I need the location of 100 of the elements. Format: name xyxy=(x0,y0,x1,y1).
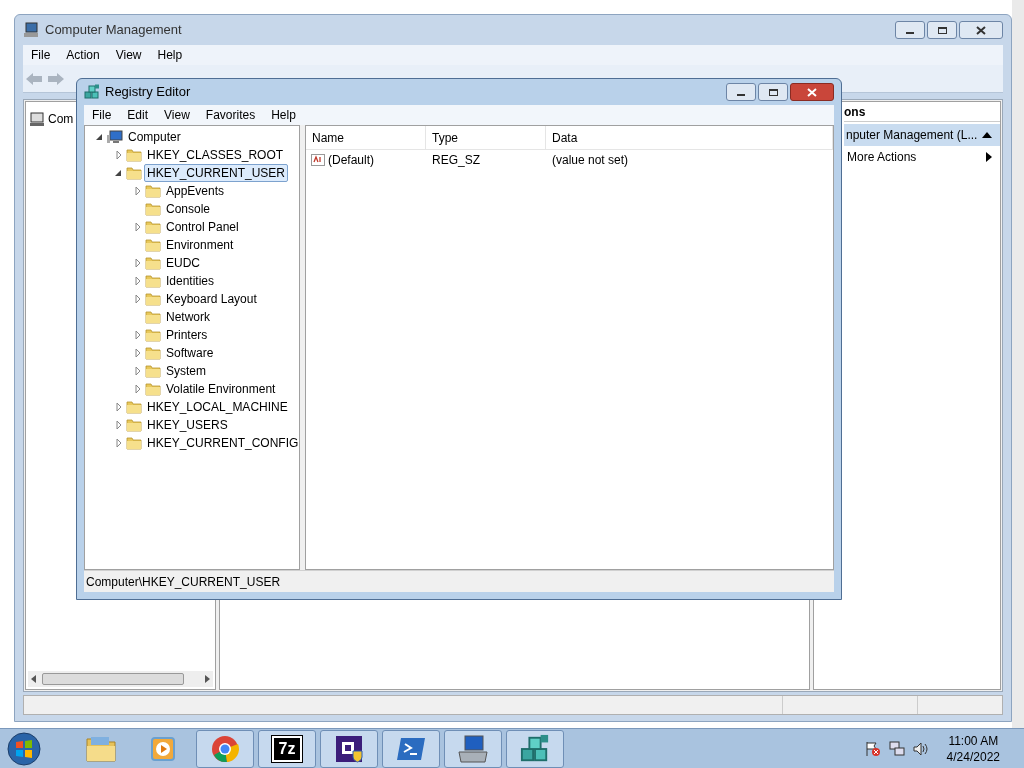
menu-item[interactable]: File xyxy=(23,46,59,64)
computer-icon xyxy=(29,112,45,126)
folder-icon xyxy=(126,148,142,162)
folder-icon xyxy=(145,364,161,378)
string-value-icon xyxy=(311,154,325,166)
tree-item[interactable]: Com xyxy=(48,110,74,128)
folder-icon xyxy=(126,400,142,414)
scroll-right-icon[interactable] xyxy=(203,675,211,683)
folder-icon xyxy=(145,256,161,270)
menu-item[interactable]: Help xyxy=(263,106,304,124)
actions-group-header[interactable]: nputer Management (L... xyxy=(844,124,1000,146)
tree-item[interactable]: AppEvents xyxy=(163,182,228,200)
scroll-thumb[interactable] xyxy=(42,673,184,685)
collapsed-arrow-icon[interactable] xyxy=(133,384,143,394)
folder-icon xyxy=(145,184,161,198)
collapsed-arrow-icon[interactable] xyxy=(114,420,124,430)
taskbar-button[interactable]: 7z xyxy=(258,729,316,768)
column-header[interactable]: Name xyxy=(306,126,426,149)
window-title: Computer Management xyxy=(45,21,182,40)
chip-shield-icon xyxy=(334,733,364,764)
folder-icon xyxy=(145,220,161,234)
tree-item[interactable]: Console xyxy=(163,200,214,218)
collapsed-arrow-icon[interactable] xyxy=(133,294,143,304)
computer-icon xyxy=(107,130,123,144)
tree-item[interactable]: Volatile Environment xyxy=(163,380,279,398)
menu-item[interactable]: Help xyxy=(149,46,191,64)
flag-error-icon[interactable] xyxy=(864,740,881,757)
status-path: Computer\HKEY_CURRENT_USER xyxy=(86,573,281,591)
close-icon xyxy=(807,87,817,97)
menu-item[interactable]: Favorites xyxy=(197,106,264,124)
tree-item[interactable]: Environment xyxy=(163,236,237,254)
submenu-arrow-icon xyxy=(986,152,992,162)
menu-item[interactable]: View xyxy=(156,106,198,124)
collapsed-arrow-icon[interactable] xyxy=(133,348,143,358)
tree-item[interactable]: HKEY_CURRENT_CONFIG xyxy=(144,434,302,452)
tree-item[interactable]: Identities xyxy=(163,272,218,290)
tree-item[interactable]: Control Panel xyxy=(163,218,242,236)
collapsed-arrow-icon[interactable] xyxy=(133,330,143,340)
maximize-button[interactable] xyxy=(758,83,788,101)
network-icon[interactable] xyxy=(888,740,905,757)
computer-icon xyxy=(457,733,489,764)
tree-item[interactable]: Printers xyxy=(163,326,211,344)
close-button[interactable] xyxy=(790,83,834,101)
menu-item[interactable]: View xyxy=(107,46,150,64)
minimize-button[interactable] xyxy=(895,21,925,39)
tree-item[interactable]: HKEY_CLASSES_ROOT xyxy=(144,146,287,164)
start-orb-icon xyxy=(7,731,41,766)
tree-item[interactable]: System xyxy=(163,362,209,380)
folder-icon xyxy=(145,292,161,306)
close-icon xyxy=(976,25,986,35)
collapsed-arrow-icon[interactable] xyxy=(133,258,143,268)
collapsed-arrow-icon[interactable] xyxy=(133,222,143,232)
tree-item[interactable]: EUDC xyxy=(163,254,203,272)
collapsed-arrow-icon[interactable] xyxy=(114,150,124,160)
column-header[interactable]: Data xyxy=(546,126,833,149)
table-cell-text: (Default) xyxy=(328,152,374,169)
collapsed-arrow-icon[interactable] xyxy=(133,366,143,376)
tree-item[interactable]: Computer xyxy=(125,128,184,146)
tree-item[interactable]: Network xyxy=(163,308,213,326)
clock-time[interactable]: 11:00 AM xyxy=(948,732,999,749)
tree-item[interactable]: HKEY_LOCAL_MACHINE xyxy=(144,398,291,416)
maximize-button[interactable] xyxy=(927,21,957,39)
menu-item[interactable]: File xyxy=(84,106,120,124)
collapse-arrow-icon[interactable] xyxy=(982,132,992,138)
clock-date[interactable]: 4/24/2022 xyxy=(946,748,1000,765)
speaker-icon[interactable] xyxy=(912,740,929,757)
tree-item[interactable]: Keyboard Layout xyxy=(163,290,260,308)
folder-icon xyxy=(145,274,161,288)
menu-item[interactable]: Edit xyxy=(119,106,157,124)
minimize-button[interactable] xyxy=(726,83,756,101)
taskbar-button[interactable] xyxy=(320,729,378,768)
play-icon xyxy=(149,734,177,763)
start-button[interactable] xyxy=(4,729,44,768)
collapsed-arrow-icon[interactable] xyxy=(133,276,143,286)
collapsed-arrow-icon[interactable] xyxy=(133,186,143,196)
computer-icon xyxy=(23,22,39,38)
collapsed-arrow-icon[interactable] xyxy=(114,438,124,448)
folder-icon xyxy=(145,310,161,324)
browser-icon xyxy=(210,733,240,764)
collapsed-arrow-icon[interactable] xyxy=(114,402,124,412)
terminal-icon xyxy=(395,735,427,762)
folder-icon xyxy=(145,346,161,360)
tree-item[interactable]: Software xyxy=(163,344,217,362)
action-item[interactable]: More Actions xyxy=(844,146,1000,168)
folder-icon xyxy=(145,238,161,252)
scroll-left-icon[interactable] xyxy=(30,675,38,683)
folder-icon xyxy=(85,734,117,763)
close-button[interactable] xyxy=(959,21,1003,39)
tree-item[interactable]: HKEY_USERS xyxy=(144,416,231,434)
folder-icon xyxy=(145,328,161,342)
cubes-icon xyxy=(84,84,100,100)
menu-item[interactable]: Action xyxy=(58,46,108,64)
expanded-arrow-icon[interactable] xyxy=(95,132,105,142)
folder-icon xyxy=(126,166,142,180)
column-header[interactable]: Type xyxy=(426,126,546,149)
expanded-arrow-icon[interactable] xyxy=(114,168,124,178)
window-title: Registry Editor xyxy=(105,83,191,102)
tree-item[interactable]: HKEY_CURRENT_USER xyxy=(144,164,289,182)
archive-logo: 7z xyxy=(272,735,302,762)
cubes-icon xyxy=(520,733,550,764)
